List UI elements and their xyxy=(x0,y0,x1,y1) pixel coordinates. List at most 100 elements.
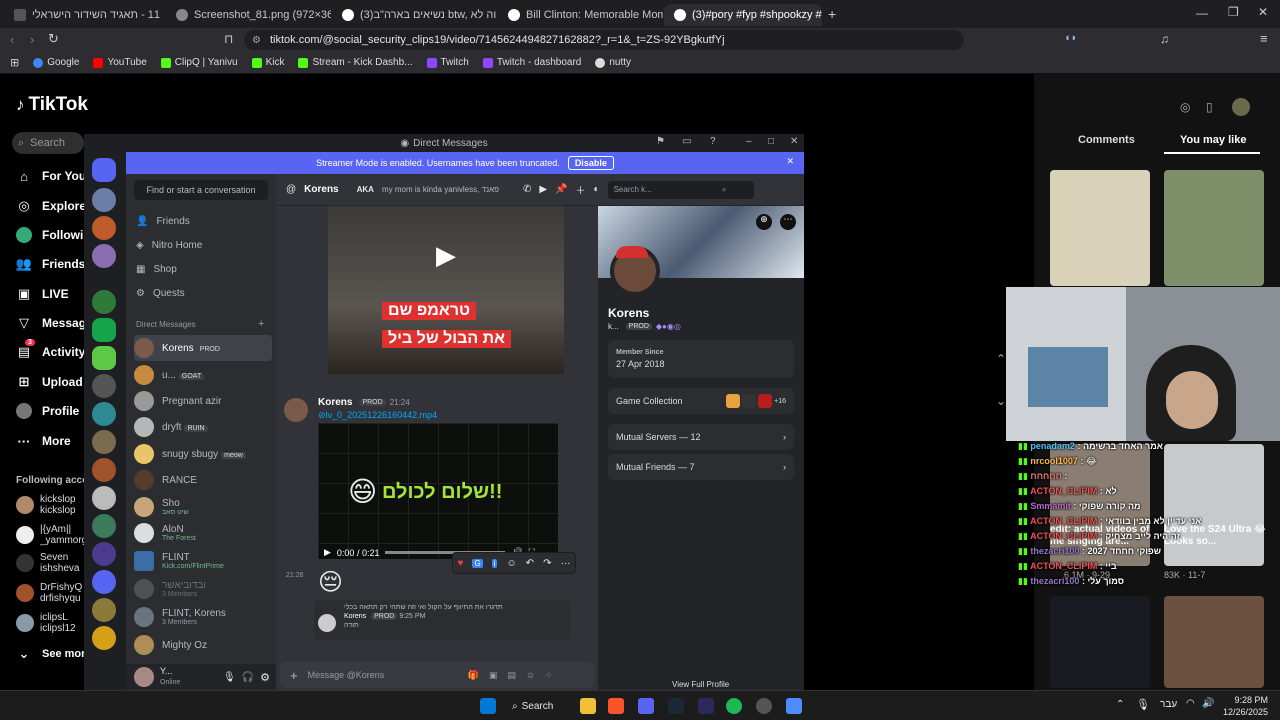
dm-item[interactable]: AloN The Forest xyxy=(134,520,272,546)
game-collection-card[interactable]: Game Collection +16 xyxy=(608,388,794,414)
tiktok-search[interactable]: ⌕ Search xyxy=(12,132,84,154)
channel-nitro-home[interactable]: ◈ Nitro Home xyxy=(136,234,272,256)
dm-item[interactable]: Pregnant azir xyxy=(134,388,272,414)
monitor-icon[interactable]: ▭ xyxy=(682,136,691,147)
server-icon[interactable] xyxy=(92,402,116,426)
tab-you-may-like[interactable]: You may like xyxy=(1180,134,1246,146)
steam-icon[interactable] xyxy=(668,698,684,714)
mutual-servers-card[interactable]: Mutual Servers — 12 › xyxy=(608,424,794,450)
dm-item[interactable]: Mighty Oz xyxy=(134,632,272,658)
server-icon[interactable] xyxy=(92,244,116,268)
bookmark-twitch[interactable]: Twitch xyxy=(426,57,469,68)
nav-live[interactable]: ▣ LIVE xyxy=(16,286,69,302)
g-icon[interactable]: G xyxy=(472,558,483,568)
call-icon[interactable]: ✆ xyxy=(523,184,531,195)
bookmark-twitch-dashboard[interactable]: Twitch - dashboard xyxy=(482,57,581,68)
volume-icon[interactable]: 🔊 xyxy=(1202,698,1214,709)
obs-icon[interactable] xyxy=(756,698,772,714)
following-account[interactable]: iclipsL iclipsl12 xyxy=(16,612,76,634)
apps-icon[interactable]: ⁘ xyxy=(545,670,553,681)
profile-toggle-icon[interactable]: ◐ xyxy=(594,184,600,195)
dm-item[interactable]: ובדוביאשר 3 Members xyxy=(134,576,272,602)
browser-tab[interactable]: Bill Clinton: Memorable Moments an xyxy=(498,4,663,26)
following-account[interactable]: kickslop kickslop xyxy=(16,494,76,516)
video-attachment[interactable]: ▶ טראמפ שם את הבול של ביל xyxy=(328,206,564,374)
message-author[interactable]: Korens xyxy=(318,397,352,408)
add-reaction-icon[interactable]: ☺ xyxy=(506,558,516,569)
following-account[interactable]: |{yAm|| _yammorg xyxy=(16,524,87,546)
browser-tab[interactable]: Screenshot_81.png (972×365) xyxy=(166,4,331,26)
bookmark-nutty[interactable]: nutty xyxy=(595,57,631,68)
apps-icon[interactable]: ⊞ xyxy=(10,56,19,69)
server-icon[interactable] xyxy=(92,430,116,454)
mic-icon[interactable]: 🎙 xyxy=(223,672,236,683)
channel-friends[interactable]: 👤 Friends xyxy=(136,210,272,232)
nav-upload[interactable]: ⊞ Upload xyxy=(16,374,83,390)
message-input[interactable]: + Message @Korens 🎁 ▣ ▤ ☺ ⁘ xyxy=(280,662,594,688)
discord-icon[interactable] xyxy=(638,698,654,714)
channel-shop[interactable]: ▦ Shop xyxy=(136,258,272,280)
dm-item[interactable]: Korens PROD xyxy=(134,335,272,361)
server-icon[interactable] xyxy=(92,542,116,566)
brave-icon[interactable] xyxy=(608,698,624,714)
see-more-button[interactable]: ⌄ See more xyxy=(16,646,92,662)
add-friend-icon[interactable]: ⊕ xyxy=(756,214,772,230)
bookmark-google[interactable]: Google xyxy=(33,57,79,68)
app-icon[interactable] xyxy=(786,698,802,714)
url-bar[interactable]: ⚙ tiktok.com/@social_security_clips19/vi… xyxy=(244,30,964,50)
wifi-icon[interactable]: ◠ xyxy=(1186,698,1195,709)
play-icon[interactable]: ▶ xyxy=(436,240,456,271)
dm-item[interactable]: FLINT Kick.com/FlintPrime xyxy=(134,548,272,574)
close-icon[interactable]: ✕ xyxy=(790,136,798,147)
server-icon[interactable] xyxy=(92,346,116,370)
following-account[interactable]: DrFishyQ drfishyqu xyxy=(16,582,82,604)
add-friend-icon[interactable]: ＋ xyxy=(576,182,586,197)
help-icon[interactable]: ? xyxy=(710,136,716,147)
avatar[interactable] xyxy=(134,667,154,687)
extension-icon[interactable]: ◖◗ xyxy=(1064,32,1077,44)
nav-more[interactable]: ··· More xyxy=(16,433,71,449)
browser-tab-active[interactable]: (3)#pory #fyp #shpookzy #twitc ✕ xyxy=(664,4,822,26)
attach-plus-icon[interactable]: + xyxy=(290,668,298,683)
find-conversation-input[interactable]: Find or start a conversation xyxy=(134,180,268,200)
inbox-icon[interactable]: ⚑ xyxy=(656,136,665,147)
bookmark-icon[interactable]: ⊓ xyxy=(224,32,233,46)
gift-icon[interactable]: 🎁 xyxy=(468,670,479,681)
menu-icon[interactable]: ≡ xyxy=(1260,31,1268,46)
emoji-icon[interactable]: ☺ xyxy=(526,670,535,680)
chevron-down-icon[interactable]: ⌄ xyxy=(996,394,1006,408)
attachment-link[interactable]: ⊘lv_0_20251226160442.mp4 xyxy=(318,410,437,421)
more-dots-icon[interactable]: ··· xyxy=(560,558,570,569)
video-thumbnail[interactable] xyxy=(1164,596,1264,688)
disc-icon[interactable]: ◎ xyxy=(1180,100,1190,114)
minimize-icon[interactable]: – xyxy=(746,136,752,147)
server-icon[interactable] xyxy=(92,570,116,594)
dm-item[interactable]: dryft RUIN xyxy=(134,414,272,440)
headphones-icon[interactable]: 🎧 xyxy=(242,672,254,683)
server-icon[interactable] xyxy=(92,290,116,314)
play-icon[interactable]: ▶ xyxy=(324,547,331,558)
video-thumbnail[interactable] xyxy=(1050,596,1150,688)
bookmark-youtube[interactable]: YouTube xyxy=(93,57,147,68)
app-icon[interactable] xyxy=(698,698,714,714)
file-explorer-icon[interactable] xyxy=(580,698,596,714)
taskbar-clock[interactable]: 9:28 PM 12/26/2025 xyxy=(1222,694,1268,718)
chevron-up-icon[interactable]: ⌃ xyxy=(996,352,1006,366)
tray-chevron-icon[interactable]: ⌃ xyxy=(1116,699,1124,710)
bookmark-stream-kick[interactable]: Stream - Kick Dashb... xyxy=(298,57,413,68)
video-thumbnail[interactable] xyxy=(1164,170,1264,286)
settings-gear-icon[interactable]: ⚙ xyxy=(260,671,270,684)
avatar[interactable] xyxy=(1232,98,1250,116)
nav-explore[interactable]: ◎ Explore xyxy=(16,198,86,214)
server-icon[interactable] xyxy=(92,598,116,622)
mic-icon[interactable]: 🎙 xyxy=(1136,698,1150,711)
start-icon[interactable] xyxy=(480,698,496,714)
close-window-icon[interactable]: ✕ xyxy=(1258,5,1268,19)
new-tab-icon[interactable]: + xyxy=(828,6,836,22)
maximize-icon[interactable]: □ xyxy=(768,136,774,147)
server-icon[interactable] xyxy=(92,216,116,240)
heart-icon[interactable]: ♥ xyxy=(458,558,464,569)
tiktok-logo[interactable]: ♪ TikTok xyxy=(16,94,88,116)
chat-search-input[interactable]: Search k... ⌕ xyxy=(607,180,754,199)
info-icon[interactable]: i xyxy=(491,558,498,568)
